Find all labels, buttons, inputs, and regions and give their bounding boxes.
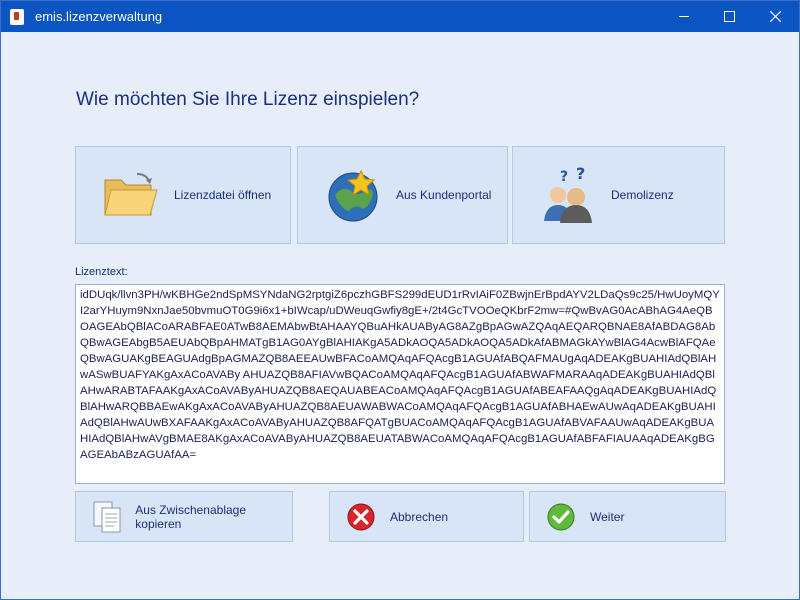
checkmark-icon <box>544 500 578 534</box>
close-button[interactable] <box>752 1 798 32</box>
svg-text:?: ? <box>576 165 585 183</box>
close-icon <box>769 11 781 22</box>
copy-from-clipboard-button[interactable]: Aus Zwischenablage kopieren <box>75 491 293 542</box>
demo-license-label: Demolizenz <box>611 188 674 202</box>
cancel-label: Abbrechen <box>390 509 449 524</box>
users-question-icon: ? ? <box>533 160 603 230</box>
cancel-icon <box>344 500 378 534</box>
copy-from-clipboard-label: Aus Zwischenablage kopieren <box>135 502 247 531</box>
window-title: emis.lizenzverwaltung <box>35 9 163 24</box>
open-license-file-label: Lizenzdatei öffnen <box>174 188 272 202</box>
minimize-button[interactable] <box>661 1 707 32</box>
maximize-icon <box>723 11 735 22</box>
app-icon <box>10 9 24 25</box>
minimize-icon <box>679 16 689 17</box>
open-license-file-button[interactable]: Lizenzdatei öffnen <box>75 146 291 244</box>
globe-star-icon <box>318 160 388 230</box>
demo-license-button[interactable]: ? ? Demolizenz <box>512 146 725 244</box>
license-text-field[interactable]: idDUqk/llvn3PH/wKBHGe2ndSpMSYNdaNG2rptgi… <box>75 284 725 484</box>
license-text-label: Lizenztext: <box>75 266 128 278</box>
folder-open-icon <box>96 160 166 230</box>
cancel-button[interactable]: Abbrechen <box>329 491 524 542</box>
license-window: emis.lizenzverwaltung Wie möchten Sie Ih… <box>0 0 800 600</box>
title-bar[interactable]: emis.lizenzverwaltung <box>1 1 799 32</box>
customer-portal-label: Aus Kundenportal <box>396 188 492 202</box>
next-button[interactable]: Weiter <box>529 491 726 542</box>
maximize-button[interactable] <box>706 1 752 32</box>
next-label: Weiter <box>590 509 625 524</box>
svg-text:?: ? <box>560 169 568 185</box>
clipboard-icon <box>90 500 123 534</box>
page-title: Wie möchten Sie Ihre Lizenz einspielen? <box>76 89 420 110</box>
customer-portal-button[interactable]: Aus Kundenportal <box>297 146 508 244</box>
